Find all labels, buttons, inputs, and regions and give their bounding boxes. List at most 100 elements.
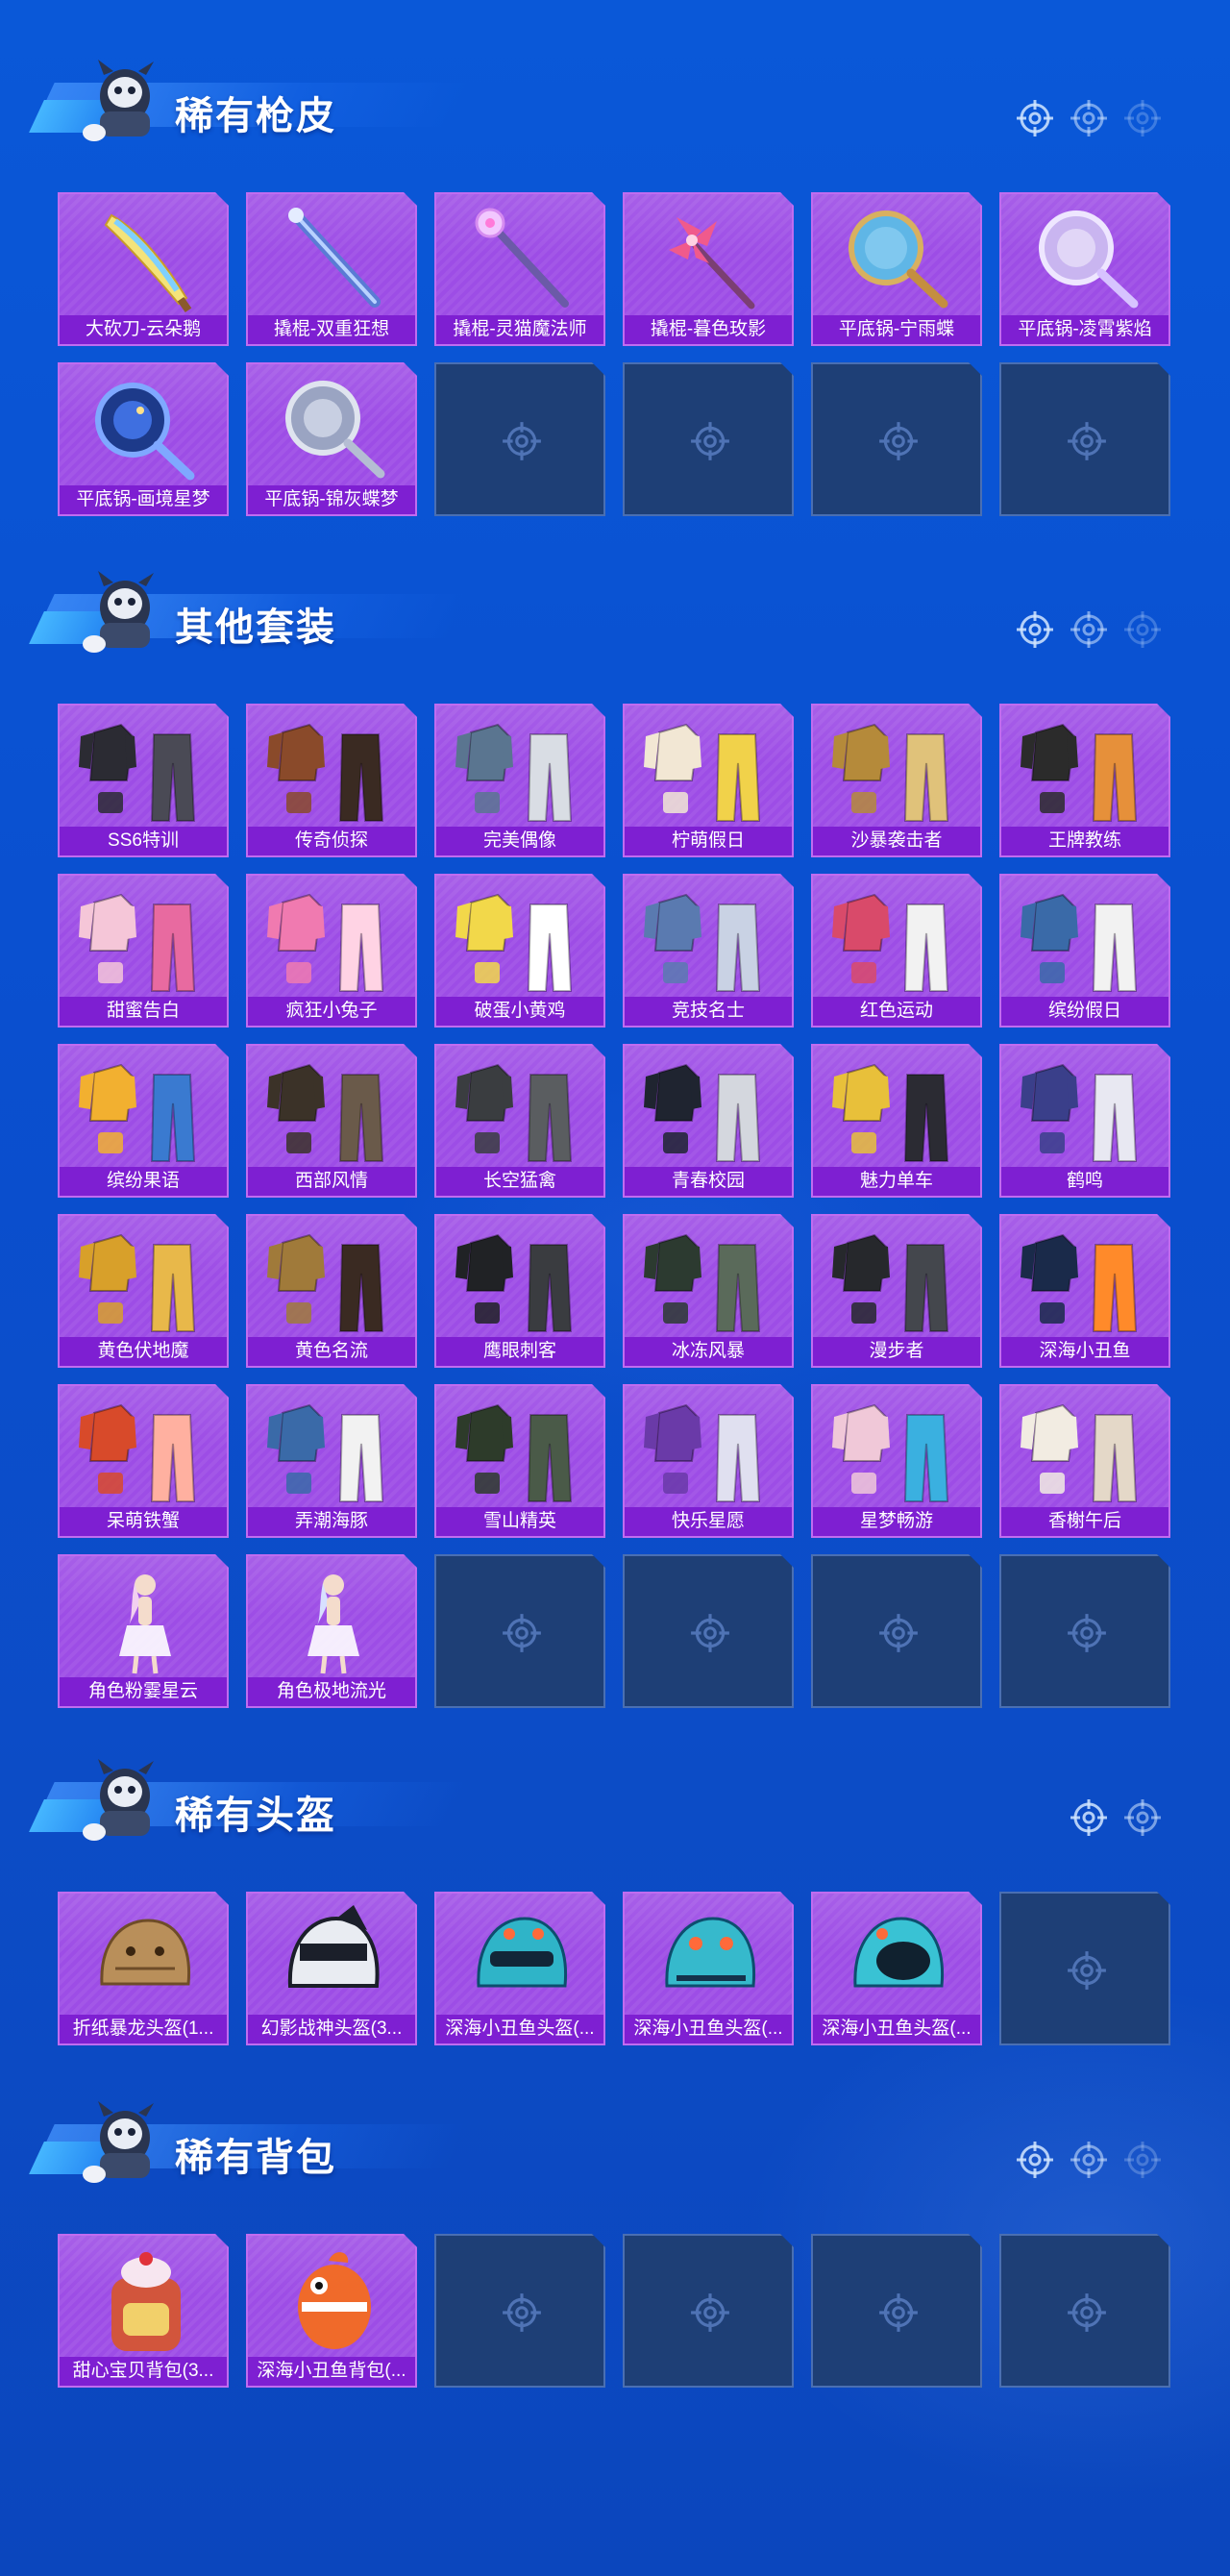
item-card[interactable]: 竞技名士 [623,874,794,1028]
outfit-icon [826,1224,971,1337]
crosshair-icon [1066,1612,1108,1654]
item-card[interactable]: 星梦畅游 [811,1384,982,1538]
item-card[interactable]: 黄色伏地魔 [58,1214,229,1368]
item-label: 深海小丑鱼头盔(... [625,2015,792,2043]
item-card[interactable]: 冰冻风暴 [623,1214,794,1368]
crosshair-icon [1124,2142,1161,2178]
item-card[interactable]: 红色运动 [811,874,982,1028]
item-card[interactable]: 疯狂小兔子 [246,874,417,1028]
crowbar-icon [638,202,782,315]
empty-slot [434,362,605,516]
helmet-icon [450,1901,594,2015]
item-card[interactable]: 长空猛禽 [434,1044,605,1198]
item-card[interactable]: 鹰眼刺客 [434,1214,605,1368]
outfit-icon [261,713,406,827]
item-card[interactable]: 深海小丑鱼背包(... [246,2234,417,2388]
item-label: 疯狂小兔子 [248,997,415,1026]
crosshair-icon [1124,611,1161,648]
outfit-icon [73,713,217,827]
item-card[interactable]: 深海小丑鱼头盔(... [623,1892,794,2045]
item-label: 弄潮海豚 [248,1507,415,1536]
item-card[interactable]: 大砍刀-云朵鹅 [58,192,229,346]
mascot-icon [83,1759,154,1841]
empty-slot [434,1554,605,1708]
section-title: 稀有头盔 [175,1795,336,1837]
item-label: 黄色伏地魔 [60,1337,227,1366]
outfit-icon [450,713,594,827]
outfit-icon [261,883,406,997]
outfit-icon [638,713,782,827]
item-card[interactable]: 鹤鸣 [999,1044,1170,1198]
item-card[interactable]: 撬棍-双重狂想 [246,192,417,346]
character-icon [73,1564,217,1677]
item-card[interactable]: 撬棍-暮色玫影 [623,192,794,346]
item-label: 深海小丑鱼 [1001,1337,1168,1366]
item-card[interactable]: 深海小丑鱼头盔(... [434,1892,605,2045]
item-card[interactable]: 雪山精英 [434,1384,605,1538]
item-card[interactable]: 平底锅-画境星梦 [58,362,229,516]
item-label: 深海小丑鱼头盔(... [813,2015,980,2043]
item-card[interactable]: 王牌教练 [999,704,1170,857]
item-label: 黄色名流 [248,1337,415,1366]
item-card[interactable]: 传奇侦探 [246,704,417,857]
item-label: 呆萌铁蟹 [60,1507,227,1536]
item-card[interactable]: 撬棍-灵猫魔法师 [434,192,605,346]
item-label: 长空猛禽 [436,1167,603,1196]
item-card[interactable]: SS6特训 [58,704,229,857]
frying-pan-icon [73,372,217,485]
section-rare-gun-skins: 稀有枪皮 大砍刀-云朵鹅 撬棍-双重狂想 撬棍-灵猫魔法师 撬棍-暮色玫影 平底… [0,50,1230,521]
item-card[interactable]: 西部风情 [246,1044,417,1198]
crosshair-icon [501,2291,543,2334]
empty-slot [999,362,1170,516]
empty-slot [811,1554,982,1708]
crosshair-icon [501,1612,543,1654]
empty-slot [623,2234,794,2388]
item-card[interactable]: 深海小丑鱼 [999,1214,1170,1368]
item-label: 撬棍-暮色玫影 [625,315,792,344]
item-card[interactable]: 香榭午后 [999,1384,1170,1538]
item-label: 星梦畅游 [813,1507,980,1536]
item-card[interactable]: 青春校园 [623,1044,794,1198]
empty-slot [623,362,794,516]
item-label: 西部风情 [248,1167,415,1196]
helmet-icon [73,1901,217,2015]
item-card[interactable]: 沙暴袭击者 [811,704,982,857]
item-card[interactable]: 折纸暴龙头盔(1... [58,1892,229,2045]
item-card[interactable]: 弄潮海豚 [246,1384,417,1538]
crosshair-icon [877,1612,920,1654]
machete-icon [73,202,217,315]
item-card[interactable]: 魅力单车 [811,1044,982,1198]
item-label: 缤纷果语 [60,1167,227,1196]
section-rare-helmets: 稀有头盔 折纸暴龙头盔(1... 幻影战神头盔(3... 深海小丑鱼头盔(...… [0,1749,1230,2057]
item-card[interactable]: 甜心宝贝背包(3... [58,2234,229,2388]
item-card[interactable]: 完美偶像 [434,704,605,857]
item-card[interactable]: 柠萌假日 [623,704,794,857]
item-card[interactable]: 甜蜜告白 [58,874,229,1028]
crosshair-icon [1066,1949,1108,1992]
item-card[interactable]: 角色极地流光 [246,1554,417,1708]
item-card[interactable]: 平底锅-宁雨蝶 [811,192,982,346]
section-title: 其他套装 [175,607,336,649]
item-card[interactable]: 平底锅-锦灰蝶梦 [246,362,417,516]
item-card[interactable]: 黄色名流 [246,1214,417,1368]
item-card[interactable]: 漫步者 [811,1214,982,1368]
item-card[interactable]: 深海小丑鱼头盔(... [811,1892,982,2045]
backpack-icon [73,2243,217,2357]
item-card[interactable]: 缤纷果语 [58,1044,229,1198]
item-label: 完美偶像 [436,827,603,855]
item-card[interactable]: 缤纷假日 [999,874,1170,1028]
outfit-icon [1015,1224,1159,1337]
item-card[interactable]: 平底锅-凌霄紫焰 [999,192,1170,346]
item-card[interactable]: 角色粉霎星云 [58,1554,229,1708]
item-card[interactable]: 幻影战神头盔(3... [246,1892,417,2045]
crosshair-icon [1066,420,1108,462]
outfit-icon [1015,1394,1159,1507]
item-card[interactable]: 快乐星愿 [623,1384,794,1538]
crosshair-icon [1017,100,1053,136]
outfit-icon [638,883,782,997]
section-title: 稀有枪皮 [175,95,336,137]
item-card[interactable]: 破蛋小黄鸡 [434,874,605,1028]
outfit-icon [826,1053,971,1167]
item-card[interactable]: 呆萌铁蟹 [58,1384,229,1538]
outfit-icon [73,1224,217,1337]
